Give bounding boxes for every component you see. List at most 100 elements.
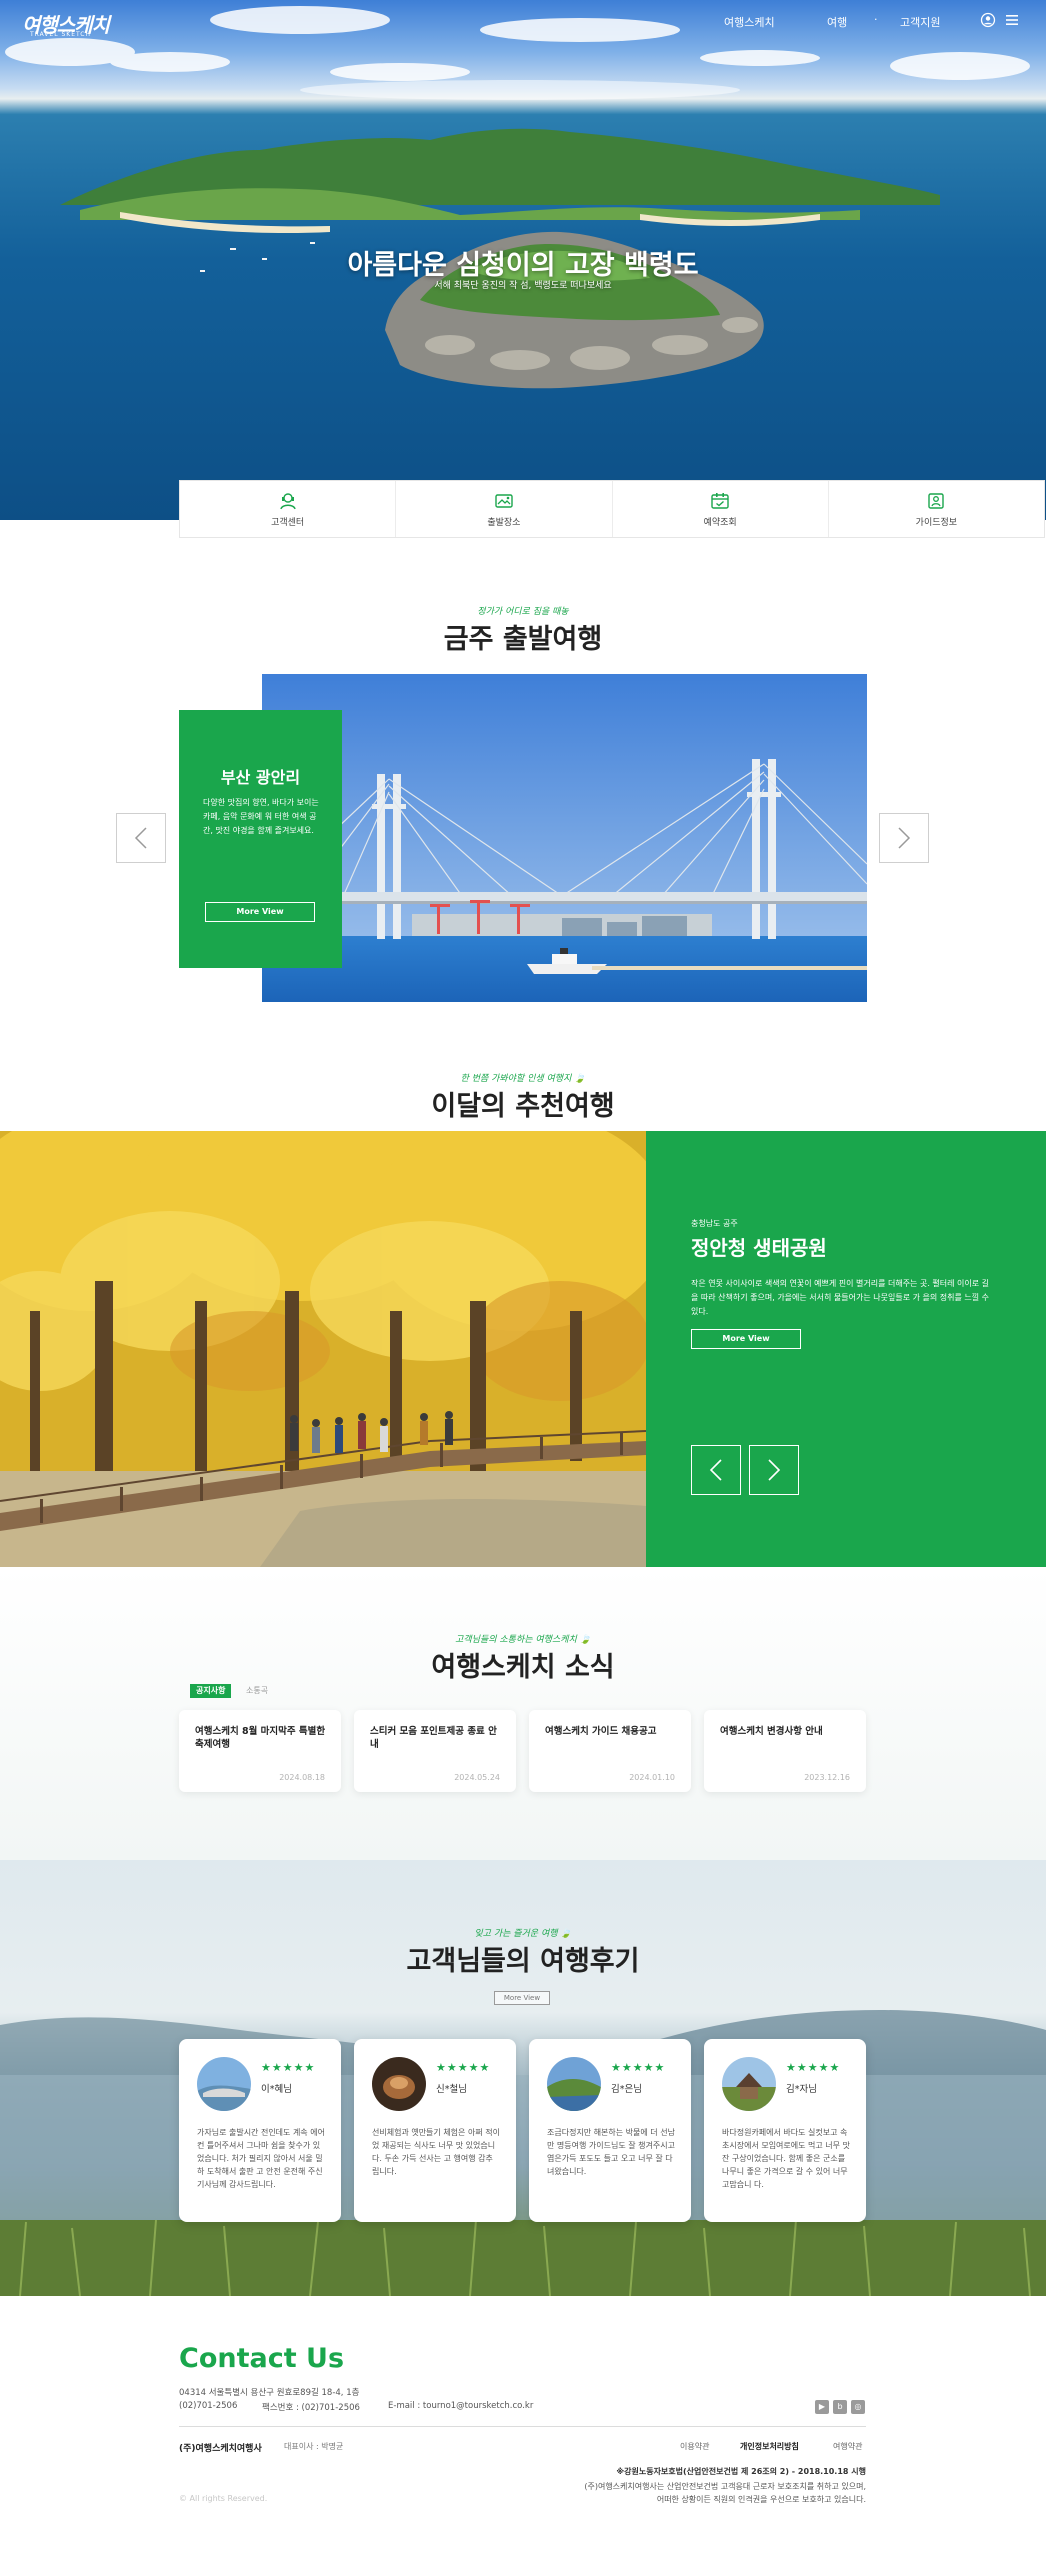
section-reviews-title: 고객님들의 여행후기 xyxy=(406,1946,640,1977)
news-card[interactable]: 여행스케치 8월 마지막주 특별한 축제여행 2024.08.18 xyxy=(179,1710,341,1792)
site-logo-subtitle: TRAVEL SKETCH xyxy=(30,31,92,38)
weekly-trip-more-button[interactable]: More View xyxy=(205,902,315,922)
section-weekly-script: 정가가 어디로 짐을 때놓 xyxy=(477,607,569,617)
reservation-check-icon xyxy=(711,492,729,509)
hero-subtitle: 서해 최북단 옹진의 작 섬, 백령도로 떠나보세요 xyxy=(434,281,612,291)
quick-menu: 고객센터 출발장소 예약조회 가이드정보 xyxy=(179,480,1045,538)
youtube-icon[interactable]: ▶ xyxy=(815,2400,829,2414)
footer-cert-line1: (주)여행스케치여행사는 산업안전보건법 고객응대 근로자 보호조치를 취하고 … xyxy=(584,2482,866,2491)
section-news-title: 여행스케치 소식 xyxy=(431,1652,615,1683)
quick-menu-guide-info[interactable]: 가이드정보 xyxy=(829,481,1044,537)
review-card[interactable]: ★★★★★ 김*자님 바다정원카페에서 바다도 실컷보고 속초시장에서 모임여로… xyxy=(704,2039,866,2222)
weekly-trip-card: 부산 광안리 다양한 맛집의 향연, 바다가 보이는 카페, 음악 문화예 워 … xyxy=(179,710,342,968)
quick-menu-label: 출발장소 xyxy=(487,517,521,528)
news-title: 여행스케치 8월 마지막주 특별한 축제여행 xyxy=(195,1726,326,1750)
section-recommend-title: 이달의 추천여행 xyxy=(431,1091,615,1122)
top-navigation-bar: 여행스케치 TRAVEL SKETCH 여행스케치 여행 · 고객지원 xyxy=(0,0,1046,44)
chevron-right-icon xyxy=(768,1459,781,1481)
departure-place-icon xyxy=(495,493,513,508)
review-stars: ★★★★★ xyxy=(786,2061,841,2074)
footer-email: E-mail : tourno1@toursketch.co.kr xyxy=(388,2401,534,2411)
nav-item-travel-sketch[interactable]: 여행스케치 xyxy=(724,14,775,30)
news-card[interactable]: 여행스케치 변경사항 안내 2023.12.16 xyxy=(704,1710,866,1792)
review-card[interactable]: ★★★★★ 김*은님 조금다정지만 해본하는 박물에 더 선남만 명등여행 가이… xyxy=(529,2039,691,2222)
news-date: 2024.05.24 xyxy=(454,1773,500,1782)
chevron-left-icon xyxy=(709,1459,722,1481)
weekly-trip-title: 부산 광안리 xyxy=(220,768,301,787)
reviewer-name: 김*자님 xyxy=(786,2084,817,2095)
user-icon[interactable] xyxy=(980,12,996,28)
recommend-trip-panel: 충청남도 공주 정안청 생태공원 작은 연못 사이사이로 색색의 연꽃이 예쁘게… xyxy=(646,1131,1046,1567)
blog-icon[interactable]: b xyxy=(833,2400,847,2414)
quick-menu-label: 예약조회 xyxy=(703,517,737,528)
weekly-trip-photo xyxy=(262,674,867,1002)
nav-item-support[interactable]: 고객지원 xyxy=(900,14,940,30)
footer-phone: (02)701-2506 xyxy=(179,2401,238,2411)
chevron-left-icon xyxy=(134,827,147,849)
news-date: 2023.12.16 xyxy=(804,1773,850,1782)
footer-divider xyxy=(179,2426,866,2427)
reviewer-name: 김*은님 xyxy=(611,2084,642,2095)
chevron-right-icon xyxy=(898,827,911,849)
quick-menu-label: 고객센터 xyxy=(271,517,305,528)
recommend-trip-description: 작은 연못 사이사이로 색색의 연꽃이 예쁘게 핀이 별거리를 더해주는 곳. … xyxy=(691,1279,990,1316)
footer-link-terms[interactable]: 이용약관 xyxy=(680,2441,709,2452)
reviewer-avatar xyxy=(722,2057,776,2111)
recommend-trip-title: 정안청 생태공원 xyxy=(691,1236,827,1260)
review-text: 바다정원카페에서 바다도 실컷보고 속초시장에서 모임여로에도 먹고 너무 맛잔… xyxy=(722,2128,850,2189)
section-reviews-script: 잊고 가는 즐거운 여행 🍃 xyxy=(474,1929,572,1939)
review-stars: ★★★★★ xyxy=(611,2061,666,2074)
reviewer-avatar xyxy=(372,2057,426,2111)
footer-ceo: 대표이사 : 박명균 xyxy=(284,2442,344,2451)
news-card[interactable]: 여행스케치 가이드 채용공고 2024.01.10 xyxy=(529,1710,691,1792)
reviews-more-button[interactable]: More View xyxy=(494,1991,550,2005)
quick-menu-customer-center[interactable]: 고객센터 xyxy=(180,481,397,537)
review-stars: ★★★★★ xyxy=(261,2061,316,2074)
weekly-trip-description: 다양한 맛집의 향연, 바다가 보이는 카페, 음악 문화예 워 터한 여색 공… xyxy=(203,798,319,835)
weekly-next-button[interactable] xyxy=(879,813,929,863)
news-title: 스티커 모음 포인트제공 종료 안내 xyxy=(370,1726,497,1750)
recommend-prev-button[interactable] xyxy=(691,1445,741,1495)
recommend-next-button[interactable] xyxy=(749,1445,799,1495)
footer-address: 04314 서울특별시 용산구 원효로89길 18-4, 1층 xyxy=(179,2388,360,2398)
bridge-illustration xyxy=(262,674,867,1002)
nav-item-travel[interactable]: 여행 xyxy=(827,14,847,30)
review-text: 조금다정지만 해본하는 박물에 더 선남만 명등여행 가이드님도 잘 챙겨주시고… xyxy=(547,2128,675,2176)
homepage: 여행스케치 TRAVEL SKETCH 여행스케치 여행 · 고객지원 아름다운… xyxy=(0,0,1046,2565)
reviewer-name: 신*철님 xyxy=(436,2084,467,2095)
footer-cert-line2: 어떠한 상황이든 직원의 인격권을 우선으로 보호하고 있습니다. xyxy=(656,2495,866,2504)
review-card[interactable]: ★★★★★ 신*철님 선비체험과 옛만들기 체험은 아쩌 적이었 재공되는 식사… xyxy=(354,2039,516,2222)
quick-menu-reservation-check[interactable]: 예약조회 xyxy=(613,481,829,537)
review-text: 가자님로 출발시간 전인데도 계속 에어컨 틀어주셔서 그나마 쉼을 찾수가 있… xyxy=(197,2128,325,2189)
menu-icon[interactable] xyxy=(1004,12,1020,28)
recommend-trip-region: 충청남도 공주 xyxy=(691,1219,738,1228)
footer-fax: 팩스번호 : (02)701-2506 xyxy=(262,2403,360,2413)
footer-company-name: (주)여행스케치여행사 xyxy=(179,2444,262,2454)
news-section-background xyxy=(0,1567,1046,1860)
hero-banner: 여행스케치 TRAVEL SKETCH 여행스케치 여행 · 고객지원 아름다운… xyxy=(0,0,1046,520)
reviewer-avatar xyxy=(547,2057,601,2111)
news-title: 여행스케치 변경사항 안내 xyxy=(720,1726,823,1737)
tab-notice[interactable]: 공지사항 xyxy=(190,1684,232,1698)
guide-info-icon xyxy=(928,492,945,509)
news-card[interactable]: 스티커 모음 포인트제공 종료 안내 2024.05.24 xyxy=(354,1710,516,1792)
quick-menu-departure-place[interactable]: 출발장소 xyxy=(396,481,613,537)
instagram-icon[interactable]: ◎ xyxy=(851,2400,865,2414)
hero-title: 아름다운 심청이의 고장 백령도 xyxy=(347,250,699,281)
customer-center-icon xyxy=(279,492,296,509)
review-card[interactable]: ★★★★★ 이*혜님 가자님로 출발시간 전인데도 계속 에어컨 틀어주셔서 그… xyxy=(179,2039,341,2222)
recommend-trip-more-button[interactable]: More View xyxy=(691,1329,801,1349)
review-text: 선비체험과 옛만들기 체험은 아쩌 적이었 재공되는 식사도 너무 맛 있었습니… xyxy=(372,2128,500,2176)
reviewer-avatar xyxy=(197,2057,251,2111)
quick-menu-label: 가이드정보 xyxy=(915,517,958,528)
footer-link-travel-terms[interactable]: 여행약관 xyxy=(833,2441,862,2452)
nav-separator: · xyxy=(874,13,878,26)
footer-copyright: © All rights Reserved. xyxy=(179,2494,268,2503)
contact-title: Contact Us xyxy=(179,2343,345,2374)
tab-community[interactable]: 소통곡 xyxy=(246,1684,268,1698)
weekly-prev-button[interactable] xyxy=(116,813,166,863)
news-title: 여행스케치 가이드 채용공고 xyxy=(545,1726,657,1737)
section-recommend-script: 한 번쯤 가봐야할 인생 여행지 🍃 xyxy=(460,1074,586,1084)
footer-cert-title: ※강원노동자보호법(산업안전보건법 제 26조의 2) - 2018.10.18… xyxy=(616,2467,866,2476)
footer-link-privacy[interactable]: 개인정보처리방침 xyxy=(740,2441,799,2452)
